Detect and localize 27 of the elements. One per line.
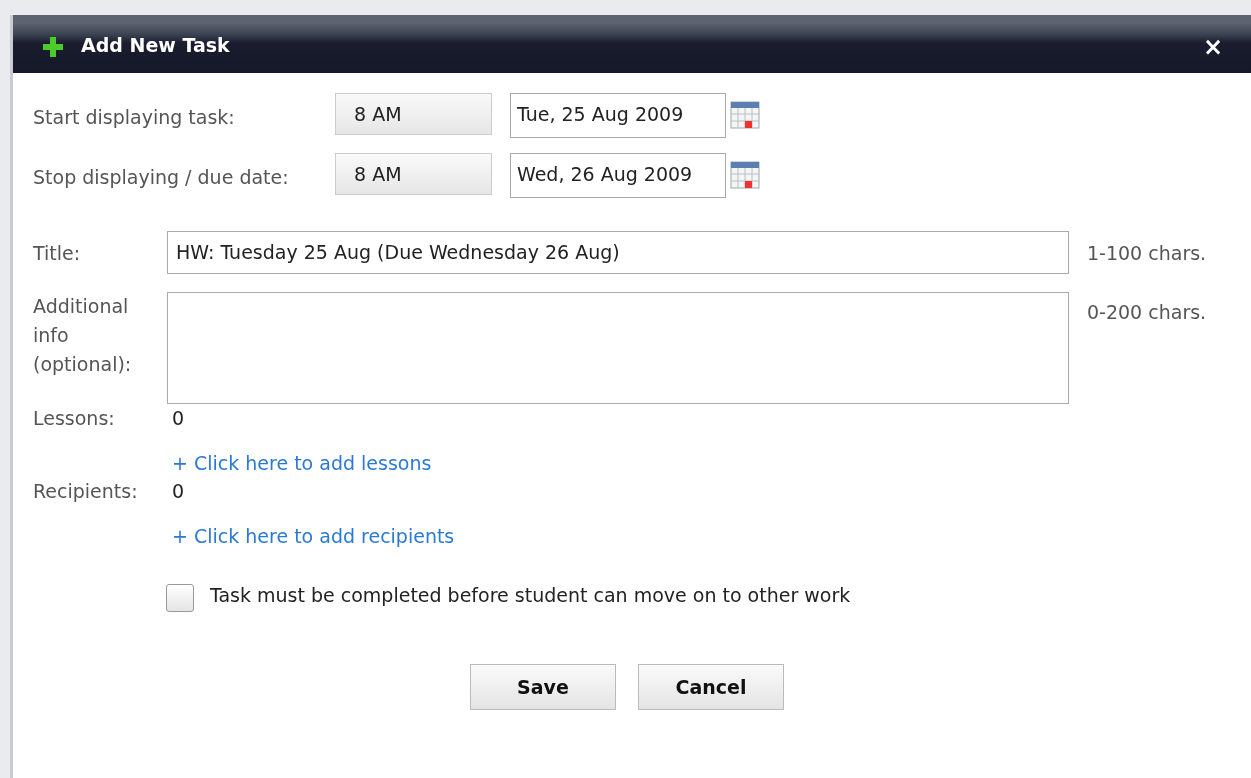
additional-info-field[interactable] <box>167 292 1069 404</box>
dialog-button[interactable]: Cancel <box>638 664 784 710</box>
date-field[interactable]: Wed, 26 Aug 2009 <box>510 153 726 198</box>
add-link[interactable]: + Click here to add recipients <box>172 524 455 547</box>
time-dropdown[interactable]: 8 AM <box>335 93 492 135</box>
field-label: Stop displaying / due date: <box>33 165 290 190</box>
title-field[interactable]: HW: Tuesday 25 Aug (Due Wednesday 26 Aug) <box>167 231 1069 274</box>
dialog-button[interactable]: Save <box>470 664 616 710</box>
field-label: Additional info (optional): <box>33 294 133 377</box>
field-label: Recipients: <box>33 479 139 504</box>
char-limit-hint: 0-200 chars. <box>1087 300 1207 325</box>
field-label: Title: <box>33 241 82 266</box>
add-link[interactable]: + Click here to add lessons <box>172 451 432 474</box>
checkbox-label: Task must be completed before student can move on to other work <box>210 582 851 608</box>
field-label: Lessons: <box>33 406 116 431</box>
count-value: 0 <box>172 406 185 431</box>
field-label: Start displaying task: <box>33 105 236 130</box>
plus-icon <box>41 35 65 59</box>
char-limit-hint: 1-100 chars. <box>1087 241 1207 266</box>
calendar-icon[interactable] <box>730 161 760 189</box>
time-dropdown[interactable]: 8 AM <box>335 153 492 195</box>
count-value: 0 <box>172 479 185 504</box>
checkbox[interactable] <box>166 584 194 612</box>
close-button[interactable]: × <box>1202 35 1223 59</box>
calendar-icon[interactable] <box>730 101 760 129</box>
dialog-title: Add New Task <box>81 32 230 58</box>
date-field[interactable]: Tue, 25 Aug 2009 <box>510 93 726 138</box>
